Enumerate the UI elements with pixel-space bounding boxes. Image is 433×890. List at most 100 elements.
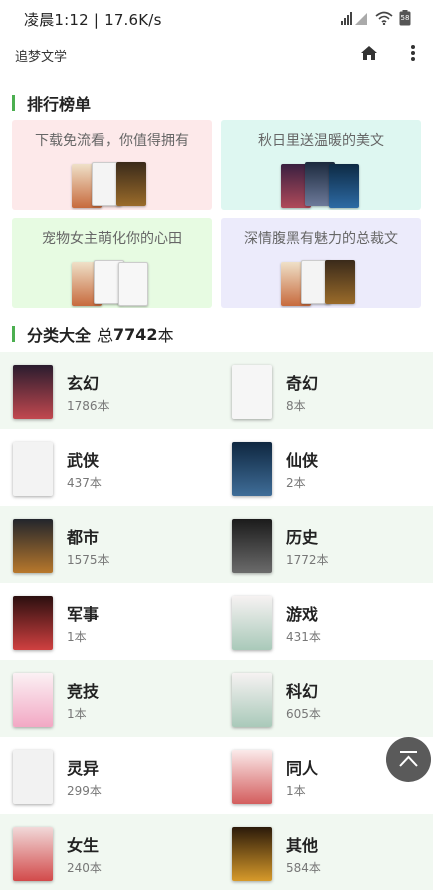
arrow-up-top-icon xyxy=(399,751,418,767)
category-name: 奇幻 xyxy=(286,374,319,393)
wifi-icon xyxy=(375,11,393,25)
category-name: 玄幻 xyxy=(67,374,100,393)
battery-icon: 58 xyxy=(399,10,411,26)
category-count: 299本 xyxy=(67,784,102,798)
category-name: 灵异 xyxy=(67,759,100,778)
category-count: 1本 xyxy=(67,630,87,644)
book-cover-thumb xyxy=(116,162,146,206)
rank-card-autumn[interactable]: 秋日里送温暖的美文 xyxy=(221,120,421,210)
category-count: 240本 xyxy=(67,861,102,875)
category-cover xyxy=(13,750,53,804)
home-icon xyxy=(361,46,377,60)
category-cover xyxy=(13,442,53,496)
category-name: 武侠 xyxy=(67,451,100,470)
rank-card-covers xyxy=(70,260,160,306)
category-name: 科幻 xyxy=(286,682,319,701)
rank-card-pet[interactable]: 宠物女主萌化你的心田 xyxy=(12,218,212,308)
category-cover xyxy=(232,442,272,496)
category-row: 女生 240本 其他 584本 xyxy=(0,814,433,890)
category-row: 军事 1本 游戏 431本 xyxy=(0,583,433,660)
status-time-speed: 凌晨1:12 | 17.6K/s xyxy=(24,11,162,29)
category-name: 历史 xyxy=(286,528,319,547)
category-item[interactable]: 仙侠 2本 xyxy=(232,429,432,506)
ranking-section-title: 排行榜单 xyxy=(27,95,92,114)
category-count: 1786本 xyxy=(67,399,110,413)
category-name: 同人 xyxy=(286,759,319,778)
rank-card-title: 深情腹黑有魅力的总裁文 xyxy=(244,231,398,247)
category-row: 灵异 299本 同人 1本 xyxy=(0,737,433,814)
app-bar: 追梦文学 xyxy=(0,36,433,72)
category-item[interactable]: 军事 1本 xyxy=(13,583,213,660)
category-total-label: 总 xyxy=(97,326,114,345)
category-cover xyxy=(232,827,272,881)
more-vert-icon xyxy=(411,45,415,61)
category-cover xyxy=(13,827,53,881)
scroll-to-top-button[interactable] xyxy=(386,737,431,782)
category-count: 2本 xyxy=(286,476,306,490)
category-count: 1本 xyxy=(286,784,306,798)
category-item[interactable]: 女生 240本 xyxy=(13,814,213,890)
category-item[interactable]: 都市 1575本 xyxy=(13,506,213,583)
category-cover xyxy=(232,673,272,727)
home-button[interactable] xyxy=(358,42,380,64)
category-name: 游戏 xyxy=(286,605,319,624)
book-cover-thumb xyxy=(118,262,148,306)
category-cover xyxy=(13,365,53,419)
category-name: 其他 xyxy=(286,836,319,855)
ranking-section-header: 排行榜单 xyxy=(12,91,91,115)
section-accent-bar xyxy=(12,326,15,342)
battery-level: 58 xyxy=(400,14,410,22)
signal-icon xyxy=(341,11,369,25)
app-title: 追梦文学 xyxy=(15,50,68,65)
book-cover-thumb xyxy=(325,260,355,304)
category-cover xyxy=(232,365,272,419)
status-bar: 凌晨1:12 | 17.6K/s 58 xyxy=(0,0,433,36)
category-item[interactable]: 奇幻 8本 xyxy=(232,352,432,429)
category-count: 8本 xyxy=(286,399,306,413)
rank-card-title: 宠物女主萌化你的心田 xyxy=(42,231,182,247)
category-item[interactable]: 科幻 605本 xyxy=(232,660,432,737)
category-item[interactable]: 其他 584本 xyxy=(232,814,432,890)
rank-card-download[interactable]: 下载免流看，你值得拥有 xyxy=(12,120,212,210)
category-item[interactable]: 武侠 437本 xyxy=(13,429,213,506)
category-cover xyxy=(232,519,272,573)
rank-card-covers xyxy=(279,162,369,208)
category-cover xyxy=(13,673,53,727)
category-item[interactable]: 游戏 431本 xyxy=(232,583,432,660)
category-count: 431本 xyxy=(286,630,321,644)
category-name: 仙侠 xyxy=(286,451,319,470)
rank-card-ceo[interactable]: 深情腹黑有魅力的总裁文 xyxy=(221,218,421,308)
category-name: 都市 xyxy=(67,528,100,547)
category-name: 竞技 xyxy=(67,682,100,701)
category-count: 1575本 xyxy=(67,553,110,567)
category-item[interactable]: 玄幻 1786本 xyxy=(13,352,213,429)
category-item[interactable]: 历史 1772本 xyxy=(232,506,432,583)
category-cover xyxy=(13,596,53,650)
category-count: 605本 xyxy=(286,707,321,721)
category-item[interactable]: 竞技 1本 xyxy=(13,660,213,737)
category-count: 584本 xyxy=(286,861,321,875)
category-count: 1本 xyxy=(67,707,87,721)
category-item[interactable]: 灵异 299本 xyxy=(13,737,213,814)
category-row: 玄幻 1786本 奇幻 8本 xyxy=(0,352,433,429)
rank-card-covers xyxy=(70,162,160,208)
category-count: 1772本 xyxy=(286,553,329,567)
book-cover-thumb xyxy=(329,164,359,208)
category-section-header: 分类大全 总 7742 本 xyxy=(12,322,174,346)
category-cover xyxy=(232,596,272,650)
category-section-title: 分类大全 xyxy=(27,326,92,345)
category-cover xyxy=(13,519,53,573)
status-icons: 58 xyxy=(341,10,411,26)
category-row: 都市 1575本 历史 1772本 xyxy=(0,506,433,583)
rank-card-title: 下载免流看，你值得拥有 xyxy=(35,133,189,149)
category-name: 军事 xyxy=(67,605,100,624)
category-count: 437本 xyxy=(67,476,102,490)
category-total-count: 7742 xyxy=(113,324,158,344)
more-button[interactable] xyxy=(406,42,420,64)
category-row: 武侠 437本 仙侠 2本 xyxy=(0,429,433,506)
category-cover xyxy=(232,750,272,804)
category-name: 女生 xyxy=(67,836,100,855)
rank-card-covers xyxy=(279,260,369,306)
rank-card-title: 秋日里送温暖的美文 xyxy=(258,133,384,149)
section-accent-bar xyxy=(12,95,15,111)
